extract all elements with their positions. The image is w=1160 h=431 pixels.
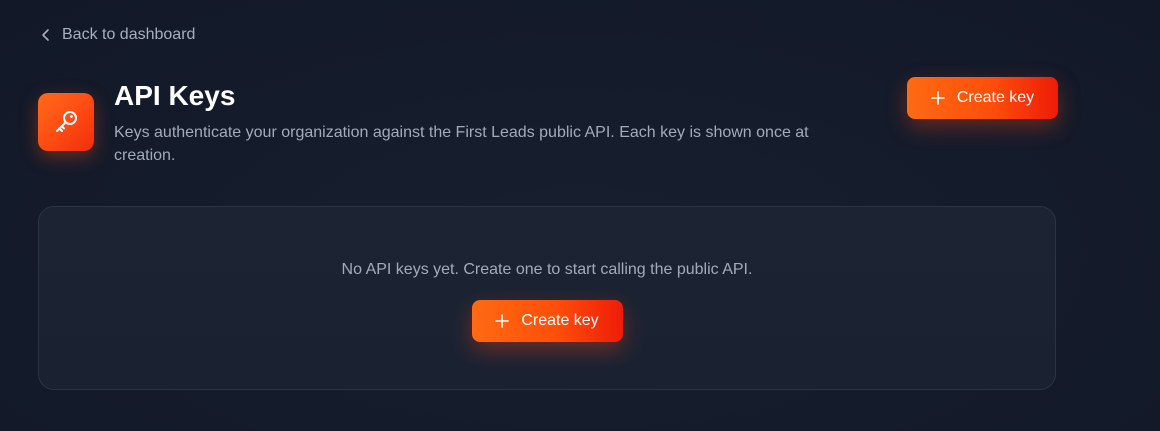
empty-state-message: No API keys yet. Create one to start cal… (341, 261, 753, 278)
page-title: API Keys (114, 80, 236, 111)
empty-state-create-key-button[interactable]: Create key (471, 300, 623, 342)
api-keys-page: Back to dashboard API Keys Keys authenti… (0, 0, 1160, 431)
plus-icon (931, 91, 945, 105)
empty-state-create-key-label: Create key (521, 312, 599, 329)
back-to-dashboard-link[interactable]: Back to dashboard (40, 26, 195, 44)
create-key-button-label: Create key (956, 89, 1035, 106)
header-text: API Keys Keys authenticate your organiza… (114, 80, 874, 167)
create-key-button[interactable]: Create key (907, 77, 1058, 119)
key-icon (38, 93, 94, 151)
empty-state-card: No API keys yet. Create one to start cal… (38, 206, 1056, 390)
plus-icon (495, 314, 510, 328)
back-link-label: Back to dashboard (62, 26, 196, 43)
page-header: API Keys Keys authenticate your organiza… (38, 80, 874, 167)
chevron-left-icon (40, 28, 52, 42)
page-description: Keys authenticate your organization agai… (114, 124, 809, 164)
